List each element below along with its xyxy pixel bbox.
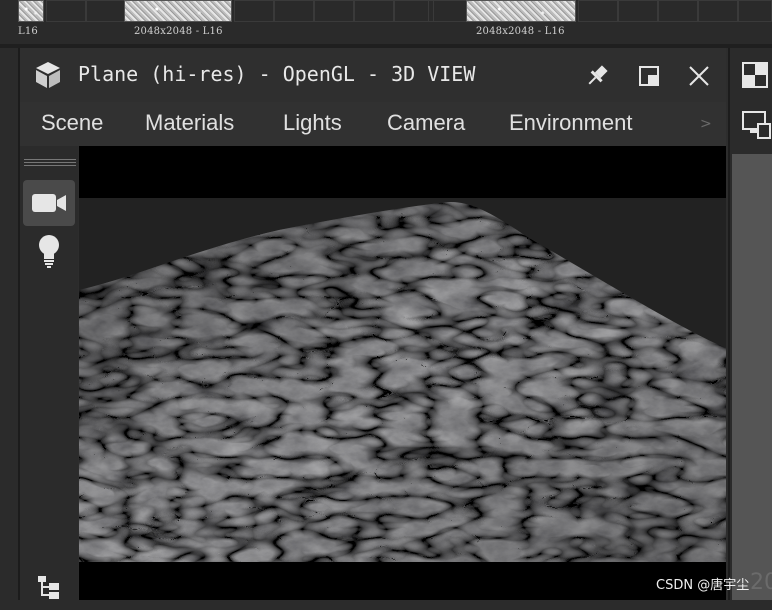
thumb-grid-cell [354, 0, 394, 22]
thumb-grid-cell [658, 0, 698, 22]
menu-scene[interactable]: Scene [41, 110, 103, 136]
thumb-grid-cell [46, 0, 86, 22]
thumb-grid-cell [698, 0, 738, 22]
pin-button[interactable] [580, 60, 614, 92]
side-toolbar [20, 146, 78, 600]
toolbar-grip[interactable] [24, 162, 76, 163]
background-number: 20 [750, 570, 772, 595]
rendered-terrain-plane [79, 198, 726, 562]
maximize-icon [639, 66, 659, 86]
menu-camera[interactable]: Camera [387, 110, 465, 136]
thumb-grid-cell [738, 0, 772, 22]
thumbnail-strip: L16 2048x2048 - L16 2048x2048 - L16 [0, 0, 772, 44]
thumbnail-caption: 2048x2048 - L16 [134, 26, 223, 37]
light-tool-button[interactable] [23, 228, 75, 274]
window-title: Plane (hi-res) - OpenGL - 3D VIEW [78, 62, 476, 86]
texture-thumbnail[interactable] [466, 0, 576, 22]
checker-icon[interactable] [742, 62, 768, 88]
camera-icon [32, 194, 66, 212]
thumb-grid-cell [274, 0, 314, 22]
lightbulb-icon [39, 235, 59, 268]
3d-view-panel: Plane (hi-res) - OpenGL - 3D VIEW Scene … [18, 48, 728, 600]
monitor-icon[interactable] [742, 110, 772, 140]
toolbar-grip[interactable] [24, 159, 76, 160]
menu-overflow-arrow[interactable]: > [700, 116, 712, 132]
maximize-button[interactable] [632, 60, 666, 92]
render-area[interactable] [79, 198, 726, 562]
menu-lights[interactable]: Lights [283, 110, 342, 136]
toolbar-grip[interactable] [24, 165, 76, 166]
watermark-text: CSDN @唐宇尘 [656, 578, 750, 593]
menu-environment[interactable]: Environment [509, 110, 633, 136]
right-dock-panel [728, 48, 772, 600]
pin-icon [588, 65, 608, 85]
menu-materials[interactable]: Materials [145, 110, 234, 136]
thumbnail-caption: 2048x2048 - L16 [476, 26, 565, 37]
thumbnail-caption: L16 [18, 26, 38, 37]
thumb-grid-cell [234, 0, 274, 22]
hierarchy-icon [38, 576, 59, 599]
close-button[interactable] [682, 60, 716, 92]
texture-thumbnail[interactable] [18, 0, 44, 22]
thumb-grid-cell [578, 0, 618, 22]
camera-tool-button[interactable] [23, 180, 75, 226]
hierarchy-tool-button[interactable] [23, 564, 75, 610]
title-bar[interactable]: Plane (hi-res) - OpenGL - 3D VIEW [20, 48, 726, 104]
thumb-grid-cell [618, 0, 658, 22]
thumb-grid-cell [86, 0, 126, 22]
3d-viewport[interactable] [79, 146, 726, 600]
menu-bar: Scene Materials Lights Camera Environmen… [20, 102, 726, 146]
close-icon [689, 66, 709, 86]
right-panel-body [732, 154, 772, 600]
thumb-grid-cell [314, 0, 354, 22]
texture-thumbnail[interactable] [124, 0, 232, 22]
thumb-grid-cell [428, 0, 468, 22]
cube-icon [36, 62, 60, 88]
